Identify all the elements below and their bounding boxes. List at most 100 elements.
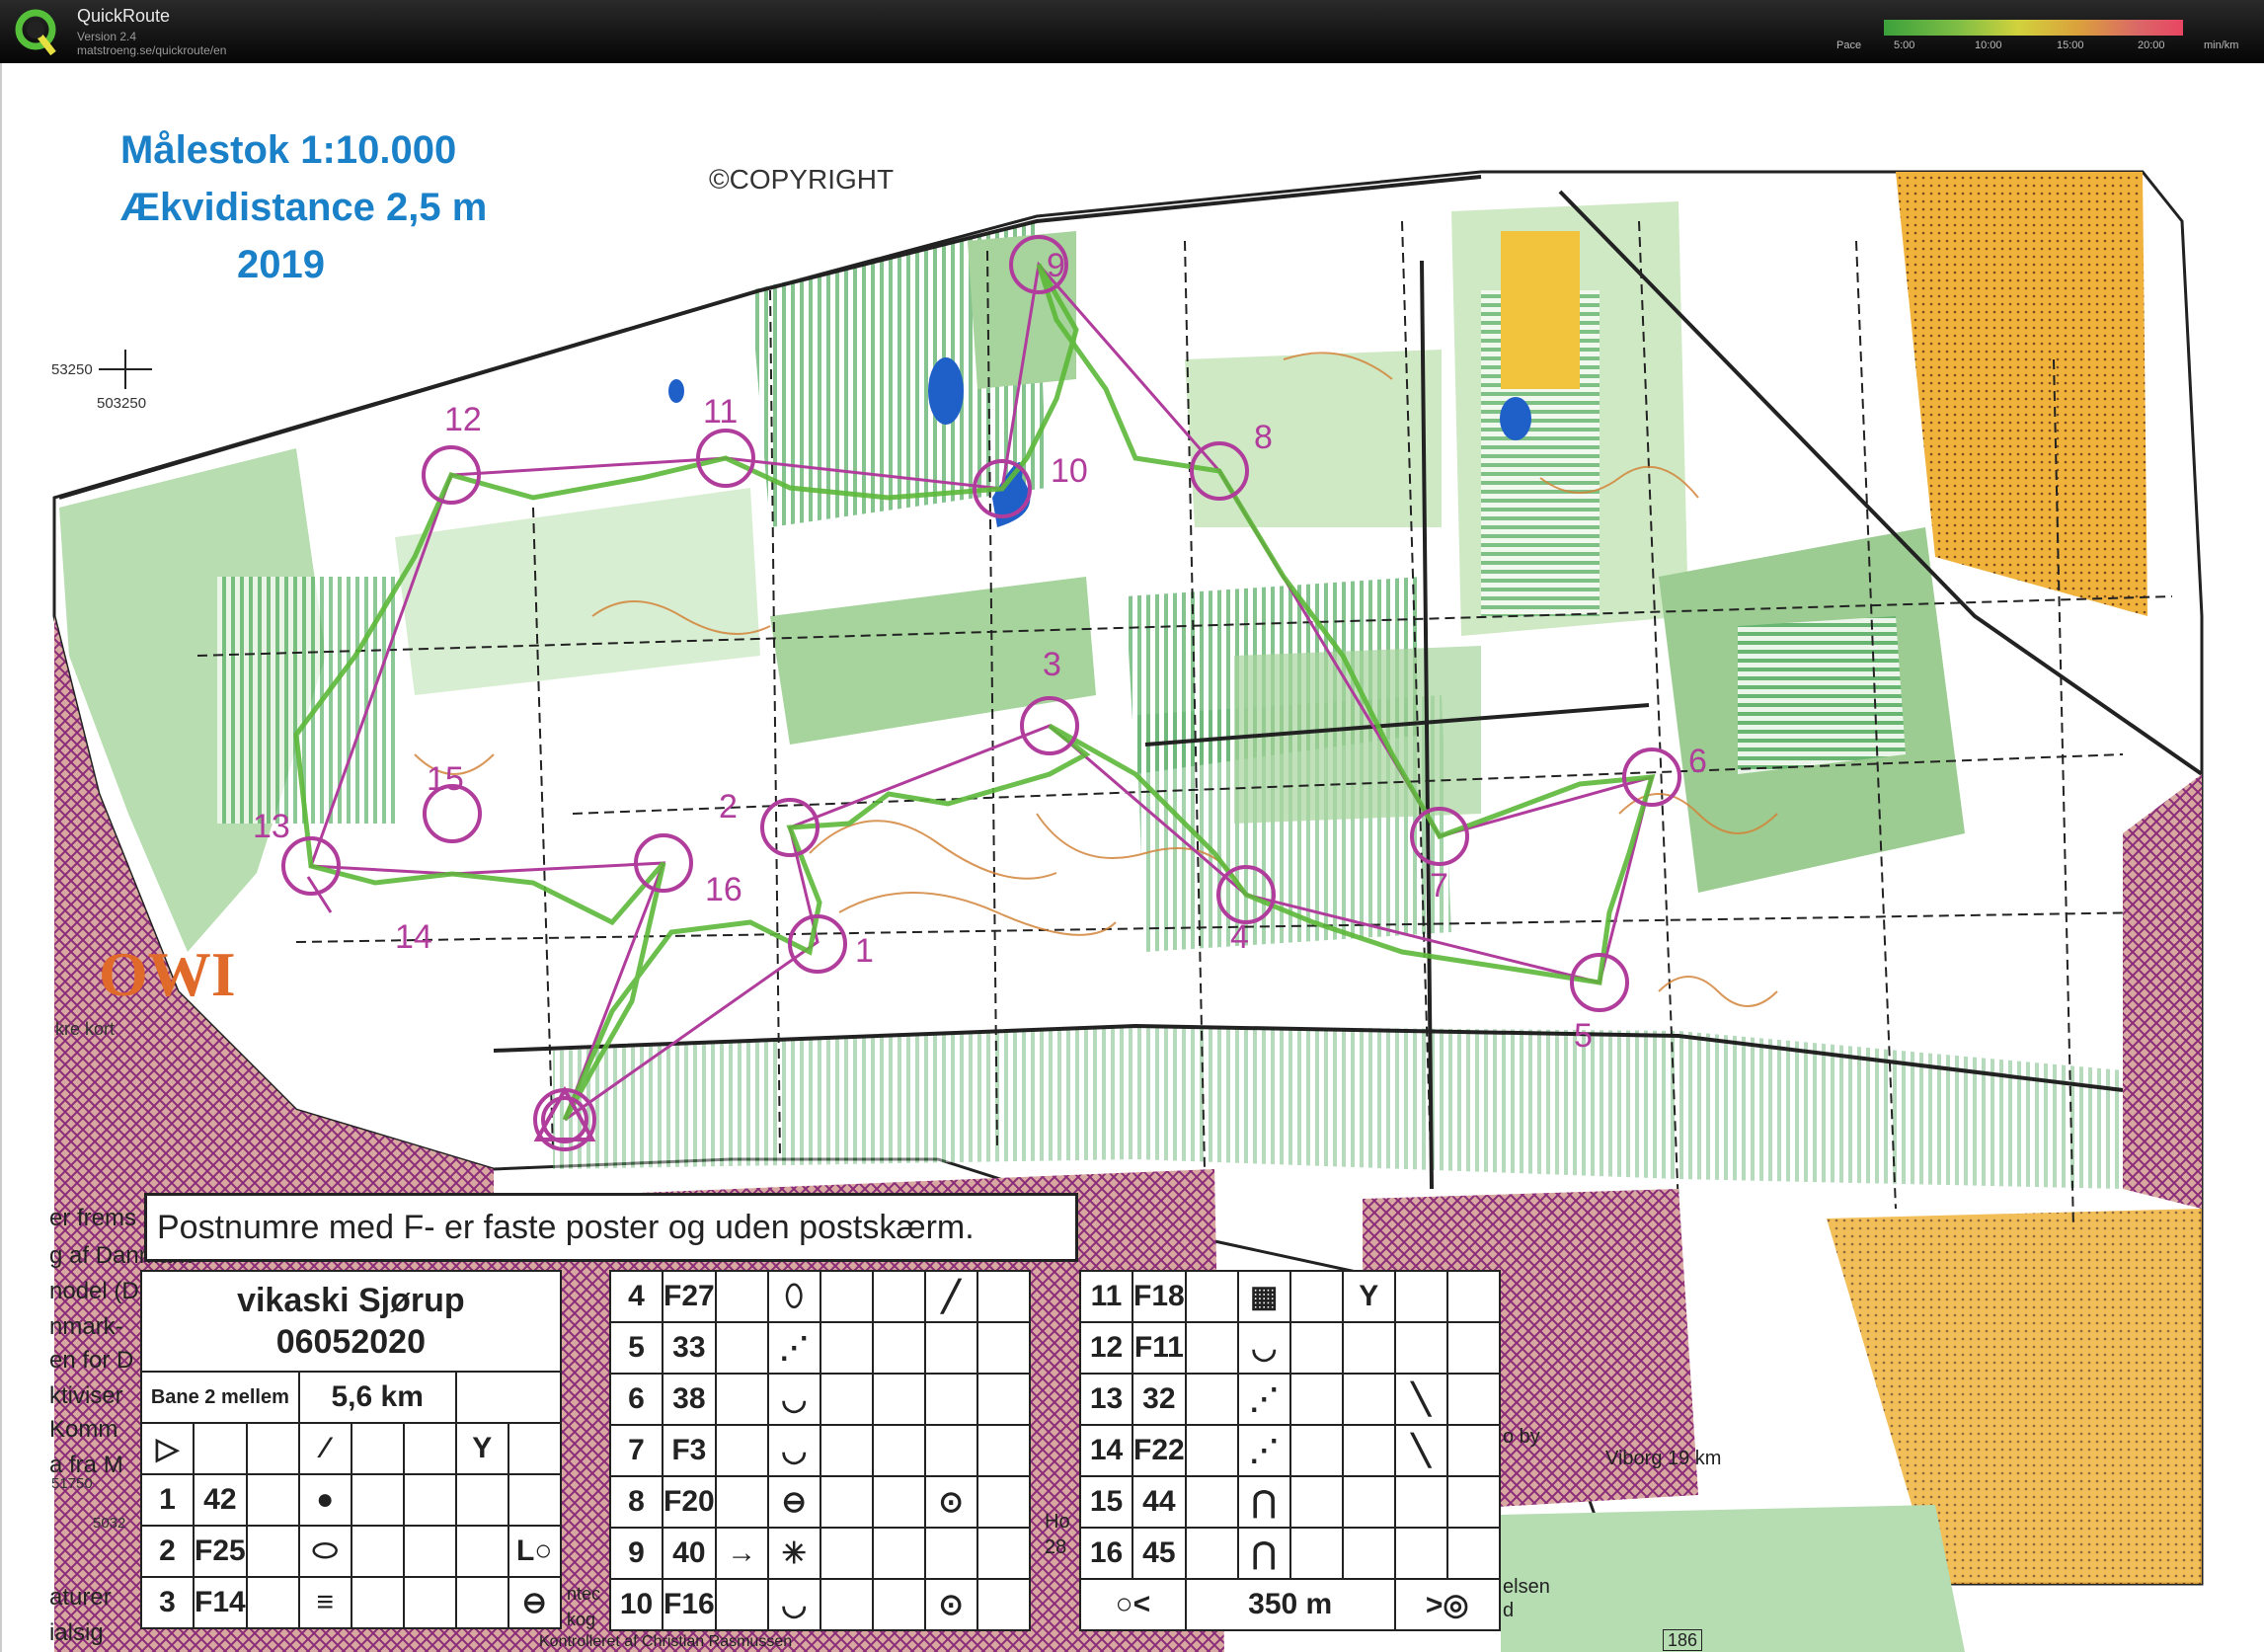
control-row: 11 F18 ▦ Y [1079, 1270, 1501, 1323]
control-seq: 4 [609, 1270, 664, 1323]
feature-symbol-icon: ⬯ [766, 1270, 821, 1323]
event-header: vikaski Sjørup 06052020 [140, 1270, 562, 1373]
control-seq: 7 [609, 1424, 664, 1477]
copyright-text: ©COPYRIGHT [709, 164, 895, 195]
arrow-right-icon: → [714, 1527, 769, 1580]
control-code: F27 [662, 1270, 717, 1323]
position-symbol-icon: ╲ [1393, 1373, 1448, 1426]
control-seq: 12 [1079, 1321, 1133, 1375]
control-number-12: 12 [444, 401, 482, 438]
feature-symbol-icon: ⋰ [766, 1321, 821, 1375]
control-seq: 10 [609, 1578, 664, 1631]
control-seq: 13 [1079, 1373, 1133, 1426]
control-code: F14 [193, 1576, 248, 1629]
path-crossing-icon: ⁄ [297, 1422, 352, 1475]
feature-symbol-icon: ◡ [766, 1578, 821, 1631]
position-symbol-icon [923, 1373, 978, 1426]
feature-symbol-icon: ✳ [766, 1527, 821, 1580]
control-seq: 3 [140, 1576, 195, 1629]
control-number-16: 16 [705, 871, 742, 908]
control-row: 7 F3 ◡ [609, 1424, 1031, 1477]
left-text-fragment: er frems [49, 1205, 137, 1231]
control-row: 8 F20 ⊖ ⊙ [609, 1475, 1031, 1529]
control-row: 3 F14 ≡ ⊖ [140, 1576, 562, 1629]
position-symbol-icon: L○ [507, 1525, 562, 1578]
control-number-10: 10 [1051, 452, 1088, 490]
control-code: 40 [662, 1527, 717, 1580]
checked-by-text: Kontrolleret af Christian Rasmussen [539, 1633, 793, 1650]
feature-symbol-icon: ⋂ [1236, 1527, 1291, 1580]
control-code: F16 [662, 1578, 717, 1631]
feature-symbol-icon: ◡ [1236, 1321, 1291, 1375]
course-length: 5,6 km [297, 1371, 457, 1424]
middle-text-fragment: Ho [1045, 1511, 1070, 1533]
control-row: 16 45 ⋂ [1079, 1527, 1501, 1580]
control-number-13: 13 [253, 808, 290, 845]
pace-tick-label: 10:00 [1975, 39, 2002, 51]
logo-caption: kre kort [55, 1019, 116, 1039]
left-text-fragment: a fra M [49, 1452, 123, 1478]
position-symbol-icon [923, 1424, 978, 1477]
left-text-fragment: ktiviser [49, 1382, 123, 1409]
feature-symbol-icon: ▦ [1236, 1270, 1291, 1323]
control-code: F18 [1132, 1270, 1187, 1323]
control-code: F20 [662, 1475, 717, 1529]
position-symbol-icon: ⊙ [923, 1578, 978, 1631]
road-sign-text: Viborg 19 km [1605, 1448, 1722, 1469]
feature-symbol-icon: ⋰ [1236, 1424, 1291, 1477]
map-side-text: elsen [1503, 1576, 1550, 1598]
control-seq: 5 [609, 1321, 664, 1375]
control-code: 33 [662, 1321, 717, 1375]
control-number-6: 6 [1688, 743, 1707, 780]
app-title-bar: QuickRoute Version 2.4 matstroeng.se/qui… [0, 0, 2264, 63]
map-scale-text: Målestok 1:10.000 [120, 128, 457, 172]
control-row: 4 F27 ⬯ ╱ [609, 1270, 1031, 1323]
control-row: 14 F22 ⋰ ╲ [1079, 1424, 1501, 1477]
position-symbol-icon: ⊖ [507, 1576, 562, 1629]
position-symbol-icon [507, 1473, 562, 1527]
control-seq: 2 [140, 1525, 195, 1578]
middle-text-fragment: kog [567, 1610, 596, 1629]
left-text-fragment: aturer [49, 1584, 112, 1611]
control-number-2: 2 [719, 788, 738, 826]
control-number-5: 5 [1574, 1017, 1593, 1055]
control-seq: 9 [609, 1527, 664, 1580]
description-table-1: vikaski Sjørup 06052020 Bane 2 mellem 5,… [140, 1270, 562, 1629]
start-symbol-icon: ▷ [140, 1422, 195, 1475]
control-number-11: 11 [703, 393, 739, 431]
course-name: Bane 2 mellem [140, 1371, 300, 1424]
middle-text-fragment: ntec [567, 1584, 601, 1604]
control-seq: 11 [1079, 1270, 1133, 1323]
app-url-link[interactable]: matstroeng.se/quickroute/en [77, 43, 226, 57]
description-note: Postnumre med F- er faste poster og uden… [144, 1193, 1078, 1262]
left-text-fragment: Komm [49, 1416, 118, 1443]
position-symbol-icon [923, 1321, 978, 1375]
feature-symbol-icon: ⬭ [297, 1525, 352, 1578]
control-row: 2 F25 ⬭ L○ [140, 1525, 562, 1578]
control-number-7: 7 [1430, 867, 1448, 905]
description-table-3: 11 F18 ▦ Y 12 F11 ◡ 13 32 ⋰ ╲ 14 F22 ⋰ ╲ 15 44 ⋂ 16 45… [1079, 1270, 1501, 1631]
feature-symbol-icon: ⋂ [1236, 1475, 1291, 1529]
feature-symbol-icon: ⊖ [766, 1475, 821, 1529]
logo-fragment: OWI [99, 939, 236, 1009]
map-contour-text: Ækvidistance 2,5 m [120, 186, 488, 229]
pace-color-scale [1884, 20, 2183, 36]
position-symbol-icon: ⊙ [923, 1475, 978, 1529]
control-code: 32 [1132, 1373, 1187, 1426]
control-seq: 14 [1079, 1424, 1133, 1477]
grid-label: 503250 [97, 395, 147, 412]
control-seq: 6 [609, 1373, 664, 1426]
left-text-fragment: nmark- [49, 1313, 123, 1340]
pace-label: Pace [1836, 39, 1862, 51]
path-junction-icon: Y [454, 1422, 509, 1475]
map-side-text: d [1503, 1600, 1515, 1621]
position-symbol-icon: ╱ [923, 1270, 978, 1323]
grid-label: 53250 [51, 361, 93, 378]
event-name: vikaski Sjørup [237, 1282, 465, 1319]
event-date: 06052020 [275, 1323, 426, 1361]
app-version: Version 2.4 [77, 30, 137, 43]
feature-symbol-icon: ● [297, 1473, 352, 1527]
position-symbol-icon [1393, 1475, 1448, 1529]
control-row: 1 42 ● [140, 1473, 562, 1527]
pace-tick-label: 15:00 [2057, 39, 2084, 51]
